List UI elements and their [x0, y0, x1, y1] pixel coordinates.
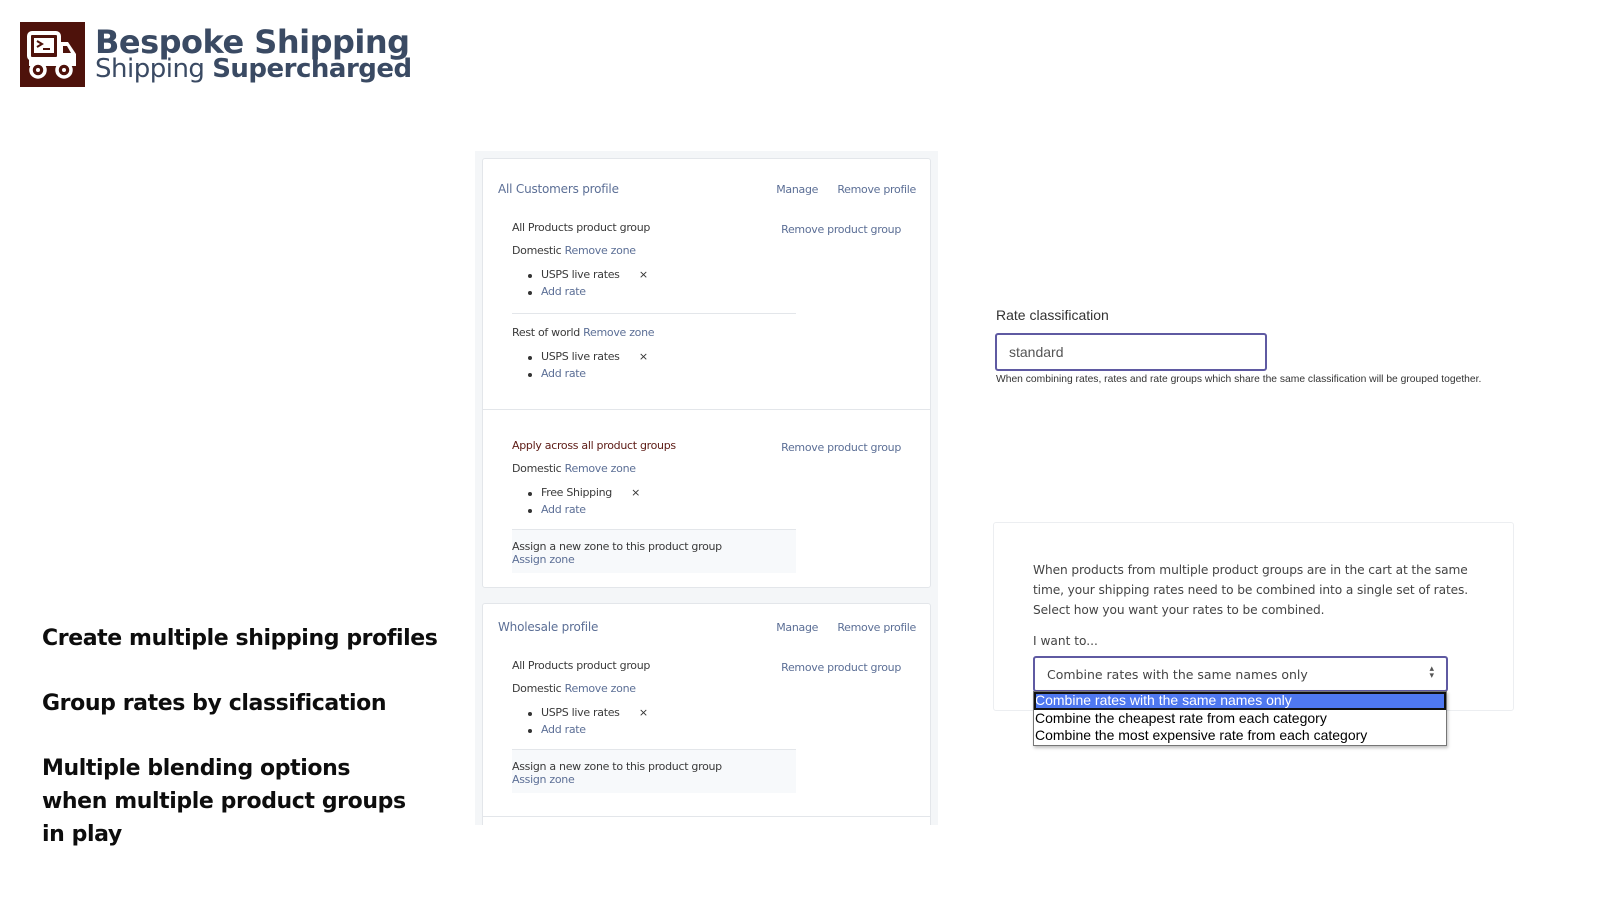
remove-product-group-link[interactable]: Remove product group [781, 223, 901, 236]
product-group: All Products product group Domestic Remo… [512, 221, 796, 383]
zone-header: Domestic Remove zone [512, 244, 796, 260]
brand-subtitle-light: Shipping [95, 54, 205, 84]
shipping-profiles-panel: All Customers profile Manage Remove prof… [475, 151, 938, 825]
manage-profile-link[interactable]: Manage [776, 183, 818, 196]
profile-card-all-customers: All Customers profile Manage Remove prof… [482, 158, 931, 588]
section-divider [483, 409, 930, 410]
remove-product-group-link[interactable]: Remove product group [781, 441, 901, 454]
truck-terminal-icon [20, 22, 85, 87]
rate-item: USPS live rates × [528, 706, 796, 723]
rate-name: USPS live rates [541, 350, 620, 363]
remove-rate-icon[interactable]: × [639, 706, 648, 719]
dropdown-option[interactable]: Combine the cheapest rate from each cate… [1034, 710, 1446, 728]
rate-item: Add rate [528, 285, 796, 302]
section-divider [483, 816, 930, 817]
remove-rate-icon[interactable]: × [631, 486, 640, 499]
rate-item: Add rate [528, 367, 796, 384]
rate-name: USPS live rates [541, 268, 620, 281]
assign-zone-box: Assign a new zone to this product group … [512, 530, 796, 573]
remove-zone-link[interactable]: Remove zone [565, 462, 636, 475]
divider [512, 313, 796, 314]
combine-select-label: I want to... [1033, 634, 1098, 648]
zone-name: Rest of world [512, 326, 580, 339]
rate-list: USPS live rates × Add rate [528, 268, 796, 301]
rate-list: USPS live rates × Add rate [528, 706, 796, 739]
profile-actions: Manage Remove profile [760, 183, 916, 196]
combine-description: When products from multiple product grou… [1033, 563, 1469, 617]
add-rate-link[interactable]: Add rate [541, 723, 586, 736]
zone-header: Domestic Remove zone [512, 682, 796, 698]
zone-header: Rest of world Remove zone [512, 326, 796, 342]
remove-product-group-link[interactable]: Remove product group [781, 661, 901, 674]
product-group: All Products product group Domestic Remo… [512, 659, 796, 793]
remove-zone-link[interactable]: Remove zone [565, 682, 636, 695]
combine-method-dropdown: Combine rates with the same names only C… [1033, 691, 1447, 746]
remove-rate-icon[interactable]: × [639, 268, 648, 281]
assign-zone-text: Assign a new zone to this product group [512, 760, 722, 773]
feature-list: Create multiple shipping profiles Group … [42, 622, 438, 883]
chevron-up-down-icon: ▴ ▾ [1429, 664, 1434, 681]
rate-item: Add rate [528, 503, 796, 520]
assign-zone-text: Assign a new zone to this product group [512, 540, 722, 553]
select-value: Combine rates with the same names only [1047, 666, 1308, 682]
brand-subtitle: Shipping Supercharged [95, 56, 412, 82]
rate-item: Add rate [528, 723, 796, 740]
rate-item: USPS live rates × [528, 350, 796, 367]
zone-name: Domestic [512, 244, 562, 257]
zone-name: Domestic [512, 682, 562, 695]
feature-item: Group rates by classification [42, 691, 387, 716]
dropdown-option[interactable]: Combine rates with the same names only [1034, 692, 1446, 710]
rate-list: USPS live rates × Add rate [528, 350, 796, 383]
remove-rate-icon[interactable]: × [639, 350, 648, 363]
profile-title: Wholesale profile [498, 620, 599, 634]
product-group: Apply across all product groups Domestic… [512, 439, 796, 573]
profile-title: All Customers profile [498, 182, 619, 196]
assign-zone-link[interactable]: Assign zone [512, 773, 796, 786]
profile-card-wholesale: Wholesale profile Manage Remove profile … [482, 603, 931, 825]
product-group-title: All Products product group [512, 659, 651, 672]
brand-logo: Bespoke Shipping Shipping Supercharged [20, 22, 412, 87]
add-rate-link[interactable]: Add rate [541, 367, 586, 380]
zone-name: Domestic [512, 462, 562, 475]
brand-subtitle-bold: Supercharged [212, 54, 412, 84]
remove-zone-link[interactable]: Remove zone [583, 326, 654, 339]
dropdown-option[interactable]: Combine the most expensive rate from eac… [1034, 727, 1446, 745]
remove-profile-link[interactable]: Remove profile [837, 183, 916, 196]
rate-item: Free Shipping × [528, 486, 796, 503]
product-group-title: All Products product group [512, 221, 651, 234]
product-group-title: Apply across all product groups [512, 439, 676, 452]
remove-profile-link[interactable]: Remove profile [837, 621, 916, 634]
feature-item: Multiple blending options when multiple … [42, 756, 406, 847]
rate-name: Free Shipping [541, 486, 612, 499]
add-rate-link[interactable]: Add rate [541, 503, 586, 516]
rate-classification-help: When combining rates, rates and rate gro… [996, 374, 1482, 385]
profile-actions: Manage Remove profile [760, 621, 916, 634]
feature-item: Create multiple shipping profiles [42, 626, 438, 651]
rate-classification-input[interactable] [995, 333, 1267, 371]
rate-name: USPS live rates [541, 706, 620, 719]
add-rate-link[interactable]: Add rate [541, 285, 586, 298]
rate-classification-label: Rate classification [996, 307, 1109, 323]
zone-header: Domestic Remove zone [512, 462, 796, 478]
rate-item: USPS live rates × [528, 268, 796, 285]
combine-method-select[interactable]: Combine rates with the same names only ▴… [1033, 656, 1448, 692]
rate-list: Free Shipping × Add rate [528, 486, 796, 519]
remove-zone-link[interactable]: Remove zone [565, 244, 636, 257]
assign-zone-link[interactable]: Assign zone [512, 553, 796, 566]
brand-text: Bespoke Shipping Shipping Supercharged [95, 26, 412, 82]
assign-zone-box: Assign a new zone to this product group … [512, 750, 796, 793]
manage-profile-link[interactable]: Manage [776, 621, 818, 634]
